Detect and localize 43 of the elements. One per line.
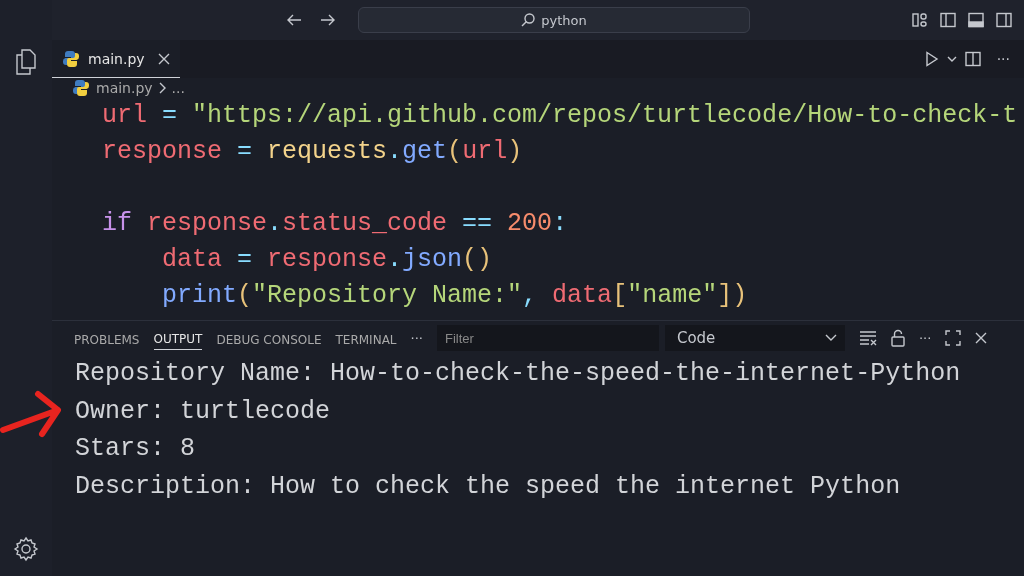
layout-icon[interactable]: [912, 12, 928, 28]
channel-dropdown[interactable]: Code: [664, 325, 845, 351]
output-line: Repository Name: How-to-check-the-speed-the-internet-Python: [75, 358, 961, 390]
panel-tab[interactable]: OUTPUT: [153, 326, 203, 350]
breadcrumb-item[interactable]: main.py: [96, 80, 153, 96]
search-field[interactable]: python: [358, 7, 750, 33]
search-icon: [521, 13, 536, 27]
code-line: url = "https://api.github.com/repos/turtlecode/How-to-check-t: [102, 100, 1018, 132]
sidebar-toggle-icon[interactable]: [940, 12, 956, 28]
code-line: if response.status_code == 200:: [102, 208, 568, 240]
more-actions-button[interactable]: ···: [996, 51, 1010, 67]
settings-icon[interactable]: [13, 536, 39, 562]
close-icon[interactable]: [975, 332, 988, 344]
code-line: print("Repository Name:", data["name"]): [161, 280, 748, 312]
forward-arrow-icon[interactable]: [320, 13, 336, 27]
output-line: Description: How to check the speed the internet Python: [75, 470, 901, 503]
code-line: response = requests.get(url): [102, 136, 523, 168]
breadcrumb-item[interactable]: ...: [171, 80, 185, 96]
output-line: Owner: turtlecode: [75, 395, 331, 428]
panel-tab[interactable]: DEBUG CONSOLE: [216, 326, 322, 350]
panel-tab[interactable]: TERMINAL: [335, 326, 397, 350]
chevron-down-icon: [824, 334, 837, 342]
files-icon[interactable]: [13, 48, 39, 76]
run-icon[interactable]: [924, 51, 939, 67]
more-actions-button[interactable]: ···: [918, 330, 932, 346]
chevron-right-icon: [158, 82, 166, 94]
panel-tab[interactable]: PROBLEMS: [74, 326, 140, 350]
maximize-icon[interactable]: [945, 330, 962, 346]
secondary-sidebar-icon[interactable]: [996, 12, 1012, 28]
back-arrow-icon[interactable]: [286, 13, 302, 27]
close-icon[interactable]: [158, 52, 170, 65]
lock-icon[interactable]: [890, 329, 905, 347]
split-editor-icon[interactable]: [964, 51, 981, 67]
panel-toggle-icon[interactable]: [968, 12, 984, 28]
editor-tab[interactable]: main.py: [52, 40, 180, 78]
python-icon: [72, 78, 90, 98]
clear-output-icon[interactable]: [858, 330, 877, 346]
filter-field[interactable]: Filter: [436, 325, 659, 351]
chevron-down-icon[interactable]: [946, 55, 957, 63]
more-tabs-button[interactable]: ···: [410, 330, 423, 346]
python-icon: [62, 48, 80, 69]
output-line: Stars: 8: [75, 433, 196, 465]
code-line: data = response.json(): [161, 244, 493, 276]
